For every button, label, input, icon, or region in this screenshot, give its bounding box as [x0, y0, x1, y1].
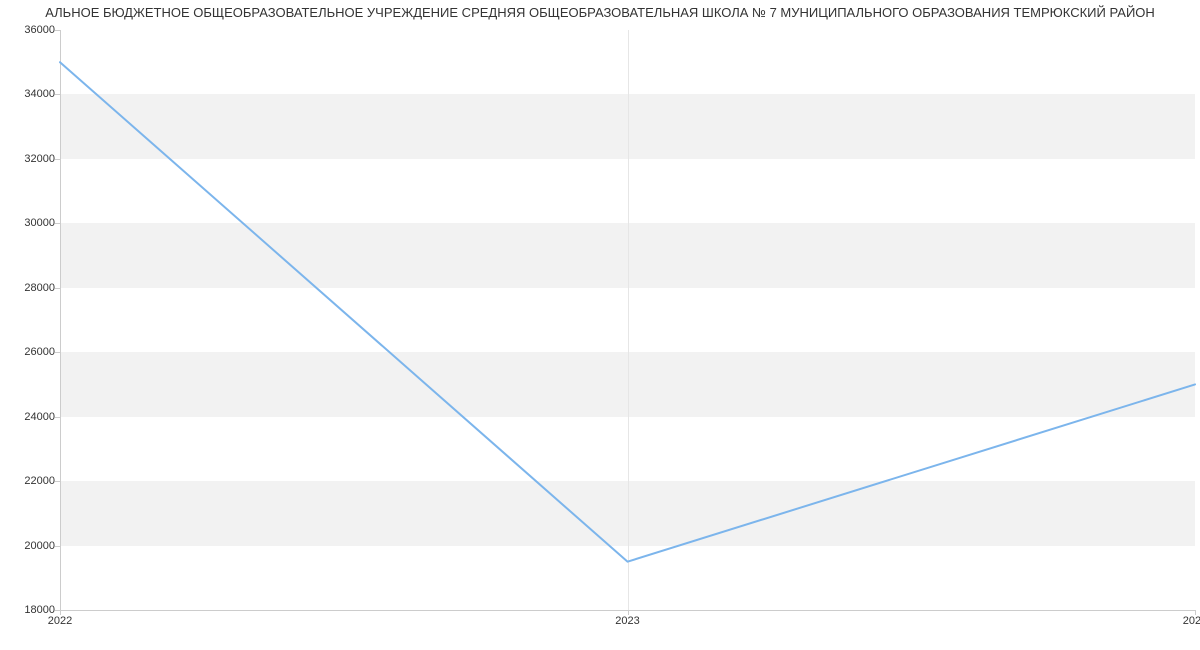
chart-title: АЛЬНОЕ БЮДЖЕТНОЕ ОБЩЕОБРАЗОВАТЕЛЬНОЕ УЧР…	[0, 5, 1200, 20]
y-tick-label: 22000	[24, 475, 55, 487]
y-tick	[55, 94, 60, 95]
y-tick-label: 32000	[24, 153, 55, 165]
y-tick	[55, 288, 60, 289]
y-tick-label: 24000	[24, 411, 55, 423]
y-tick	[55, 546, 60, 547]
chart-container: АЛЬНОЕ БЮДЖЕТНОЕ ОБЩЕОБРАЗОВАТЕЛЬНОЕ УЧР…	[0, 0, 1200, 650]
y-tick	[55, 30, 60, 31]
y-tick	[55, 481, 60, 482]
x-tick-label: 2024	[1183, 615, 1200, 627]
y-tick-label: 28000	[24, 282, 55, 294]
series-line	[60, 62, 1195, 561]
y-tick-label: 26000	[24, 346, 55, 358]
plot-area	[60, 30, 1195, 610]
data-line-svg	[60, 30, 1195, 610]
x-tick-label: 2022	[48, 615, 72, 627]
y-tick	[55, 159, 60, 160]
y-tick-label: 36000	[24, 24, 55, 36]
y-tick-label: 30000	[24, 217, 55, 229]
y-tick	[55, 417, 60, 418]
y-tick-label: 20000	[24, 540, 55, 552]
x-tick-label: 2023	[615, 615, 639, 627]
y-tick	[55, 352, 60, 353]
y-tick	[55, 223, 60, 224]
y-tick-label: 34000	[24, 88, 55, 100]
